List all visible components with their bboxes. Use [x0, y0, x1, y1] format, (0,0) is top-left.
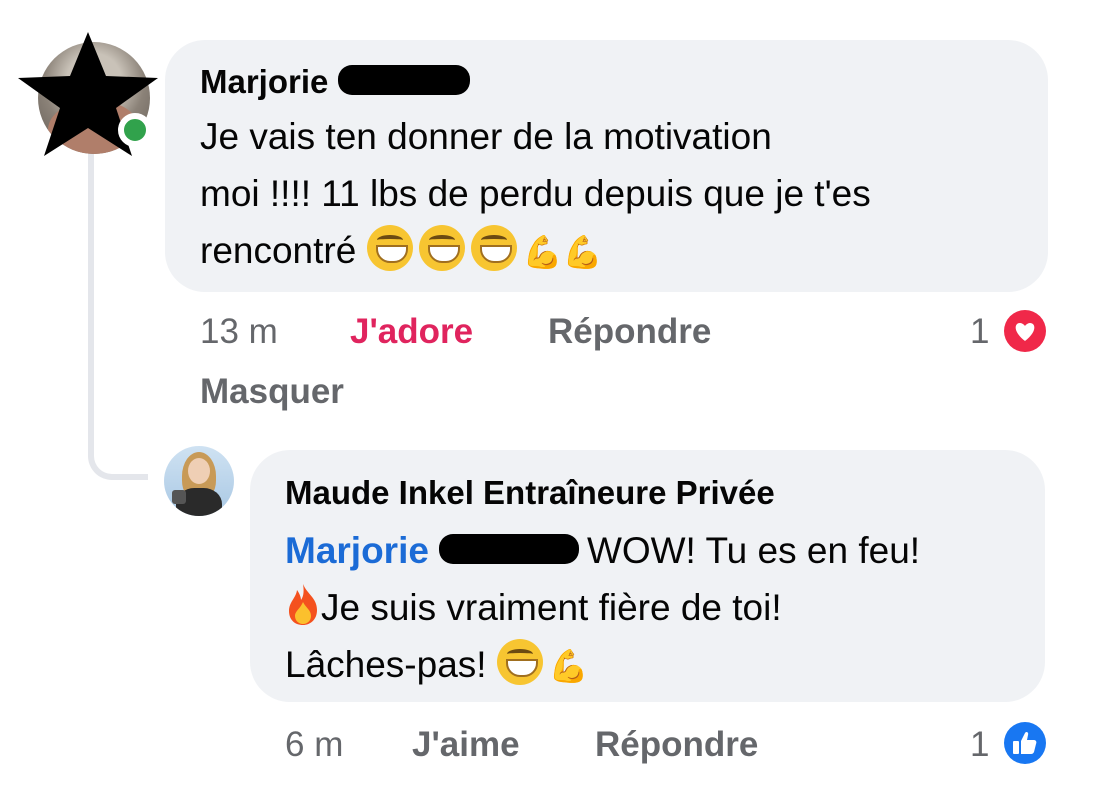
like-button[interactable]: J'aime: [412, 725, 520, 765]
flexed-biceps-icon: 💪: [522, 233, 563, 271]
grinning-face-icon: [496, 639, 543, 685]
comment-bubble: Marjorie Je vais ten donner de la motiva…: [165, 40, 1048, 292]
grinning-face-icon: [470, 225, 517, 271]
comment-author[interactable]: Marjorie: [200, 63, 471, 101]
grinning-face-icon: [418, 225, 465, 271]
heart-icon[interactable]: [1004, 310, 1046, 352]
flexed-biceps-icon: 💪: [548, 647, 589, 685]
thread-connector-line: [88, 150, 148, 480]
comment-text-line1: Je vais ten donner de la motivation: [200, 116, 772, 157]
like-icon[interactable]: [1004, 722, 1046, 764]
flexed-biceps-icon: 💪: [562, 233, 603, 271]
reply-reaction-count[interactable]: 1: [970, 725, 989, 765]
fire-icon: [289, 584, 317, 625]
reaction-button-love[interactable]: J'adore: [350, 312, 473, 352]
comment-reaction-count[interactable]: 1: [970, 312, 989, 352]
reply-text-line3: Lâches-pas!: [285, 644, 487, 685]
reply-bubble: Maude Inkel Entraîneure Privée Marjorie W…: [250, 450, 1045, 702]
redacted-surname: [338, 65, 471, 96]
online-status-icon: [118, 113, 152, 147]
comment-author-name[interactable]: Marjorie: [200, 63, 328, 100]
hide-button[interactable]: Masquer: [200, 372, 344, 412]
mention-link[interactable]: Marjorie: [285, 530, 429, 571]
redacted-surname: [438, 534, 579, 565]
reply-button[interactable]: Répondre: [548, 312, 711, 352]
reply-timestamp[interactable]: 6 m: [285, 725, 343, 765]
comment-text: Je vais ten donner de la motivation moi …: [200, 108, 1030, 281]
comment-text-line3: rencontré: [200, 230, 357, 271]
replier-avatar[interactable]: [164, 446, 234, 516]
comment-timestamp[interactable]: 13 m: [200, 312, 278, 352]
comment-text-line2: moi !!!! 11 lbs de perdu depuis que je t…: [200, 173, 871, 214]
reply-text-line1: WOW! Tu es en feu!: [586, 530, 921, 571]
reply-button[interactable]: Répondre: [595, 725, 758, 765]
grinning-face-icon: [366, 225, 413, 271]
reply-author[interactable]: Maude Inkel Entraîneure Privée: [285, 474, 775, 512]
reply-text-line2: Je suis vraiment fière de toi!: [321, 587, 782, 628]
reply-text: Marjorie WOW! Tu es en feu! Je suis vraim…: [285, 522, 1025, 695]
